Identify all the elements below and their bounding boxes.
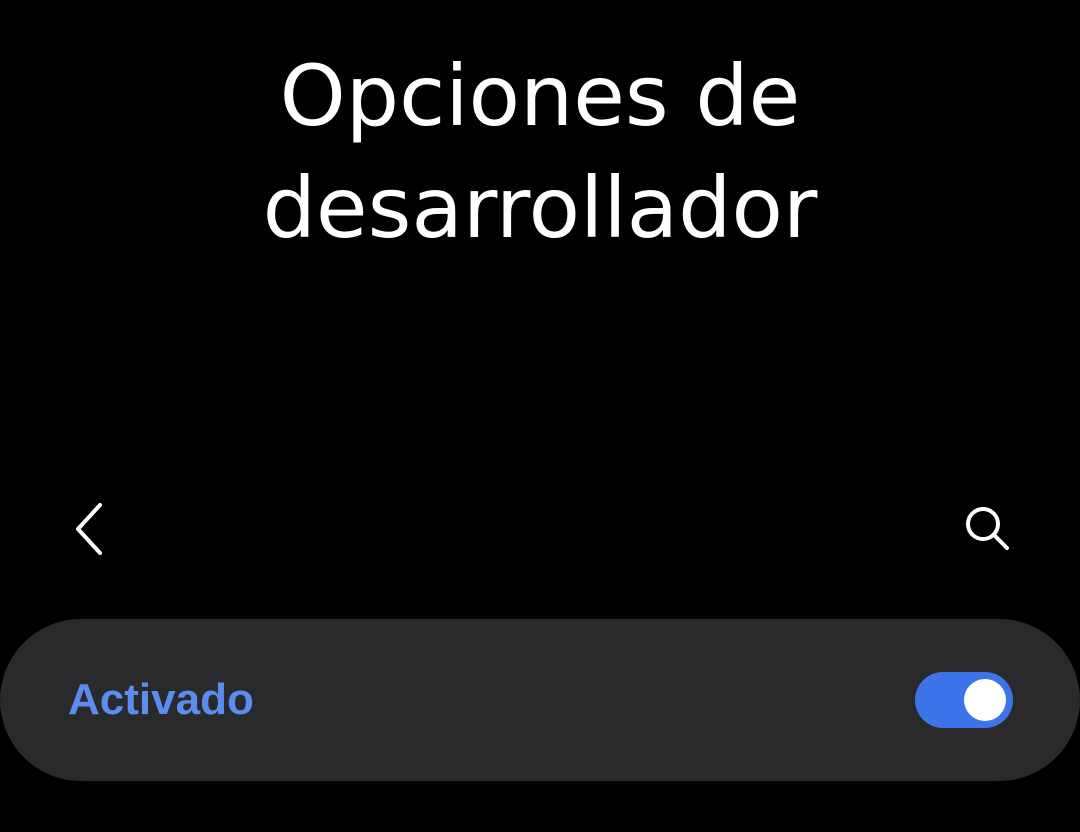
back-button[interactable] xyxy=(58,497,122,561)
page-title-line-2: desarrollador xyxy=(262,159,818,257)
search-button[interactable] xyxy=(956,497,1020,561)
master-switch-label: Activado xyxy=(68,675,254,724)
chevron-left-icon xyxy=(76,503,102,555)
page-title-line-1: Opciones de xyxy=(279,47,801,145)
master-toggle[interactable] xyxy=(915,672,1013,728)
search-icon xyxy=(966,507,1009,550)
page-title: Opciones de desarrollador xyxy=(0,40,1080,264)
toggle-knob xyxy=(964,679,1006,721)
developer-options-master-switch[interactable]: Activado xyxy=(0,619,1080,781)
